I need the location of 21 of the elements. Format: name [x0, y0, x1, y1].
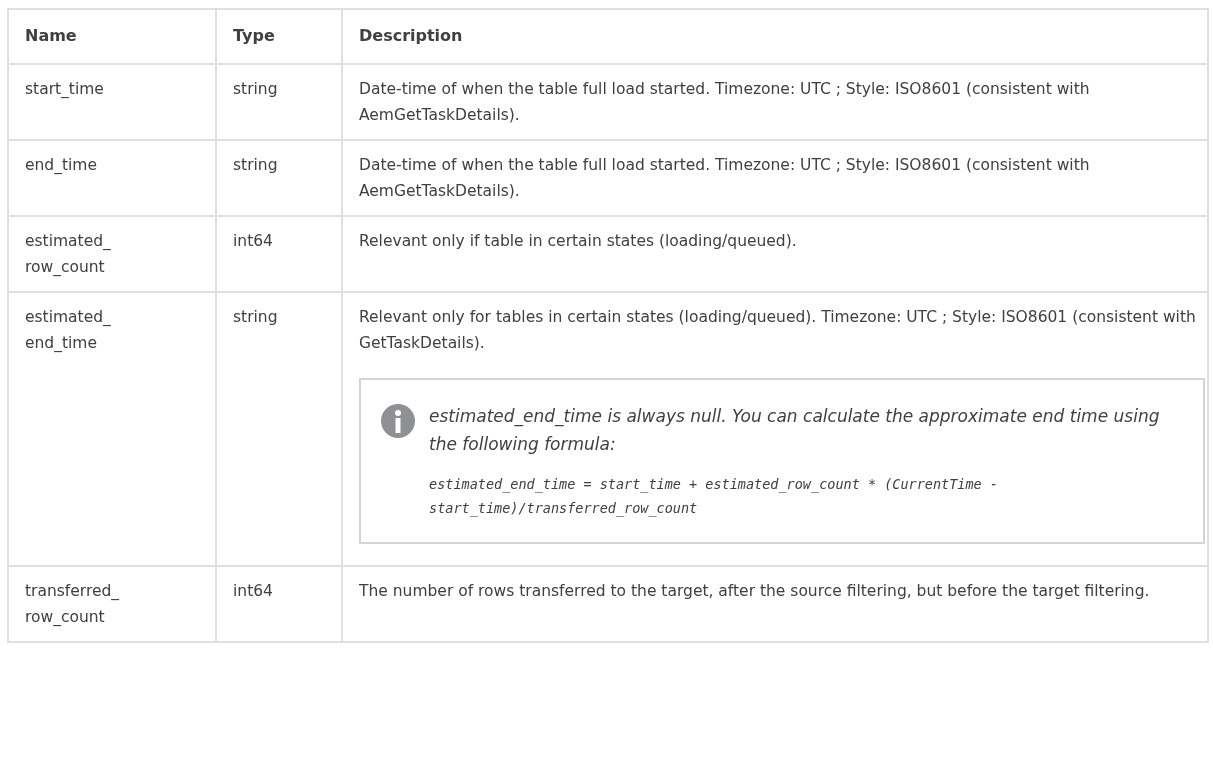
field-description: Date-time of when the table full load started. Timezone: UTC ; Style: ISO8601 (consistent with AemGetTaskDetails). — [359, 79, 1091, 126]
field-description: Relevant only if table in certain states (loading/queued). — [359, 231, 798, 252]
field-description: Relevant only for tables in certain states (loading/queued). Timezone: UTC ; Style: ISO8601 (consistent with GetTaskDetails). — [359, 307, 1197, 354]
field-type: string — [233, 79, 279, 100]
field-description: Date-time of when the table full load started. Timezone: UTC ; Style: ISO8601 (consistent with AemGetTaskDetails). — [359, 155, 1091, 202]
field-name: estimated_row_count — [25, 231, 112, 278]
field-name: estimated_end_time — [25, 307, 112, 354]
field-type: int64 — [233, 231, 274, 252]
field-type: int64 — [233, 581, 274, 602]
field-name: start_time — [25, 79, 105, 100]
info-icon — [381, 404, 415, 438]
column-header: Type — [216, 9, 342, 64]
note-text: estimated_end_time is always null. You can calculate the approximate end time using the following formula: — [429, 405, 1161, 456]
field-type: string — [233, 307, 279, 328]
field-name: transferred_row_count — [25, 581, 121, 628]
field-type: string — [233, 155, 279, 176]
column-header: Description — [342, 9, 1208, 64]
field-description: The number of rows transferred to the target, after the source filtering, but before the target filtering. — [359, 581, 1151, 602]
formula-text: estimated_end_time = start_time + estimated_row_count * (CurrentTime - start_time)/transferred_row_count — [429, 475, 999, 519]
column-header: Name — [8, 9, 216, 64]
field-name: end_time — [25, 155, 98, 176]
